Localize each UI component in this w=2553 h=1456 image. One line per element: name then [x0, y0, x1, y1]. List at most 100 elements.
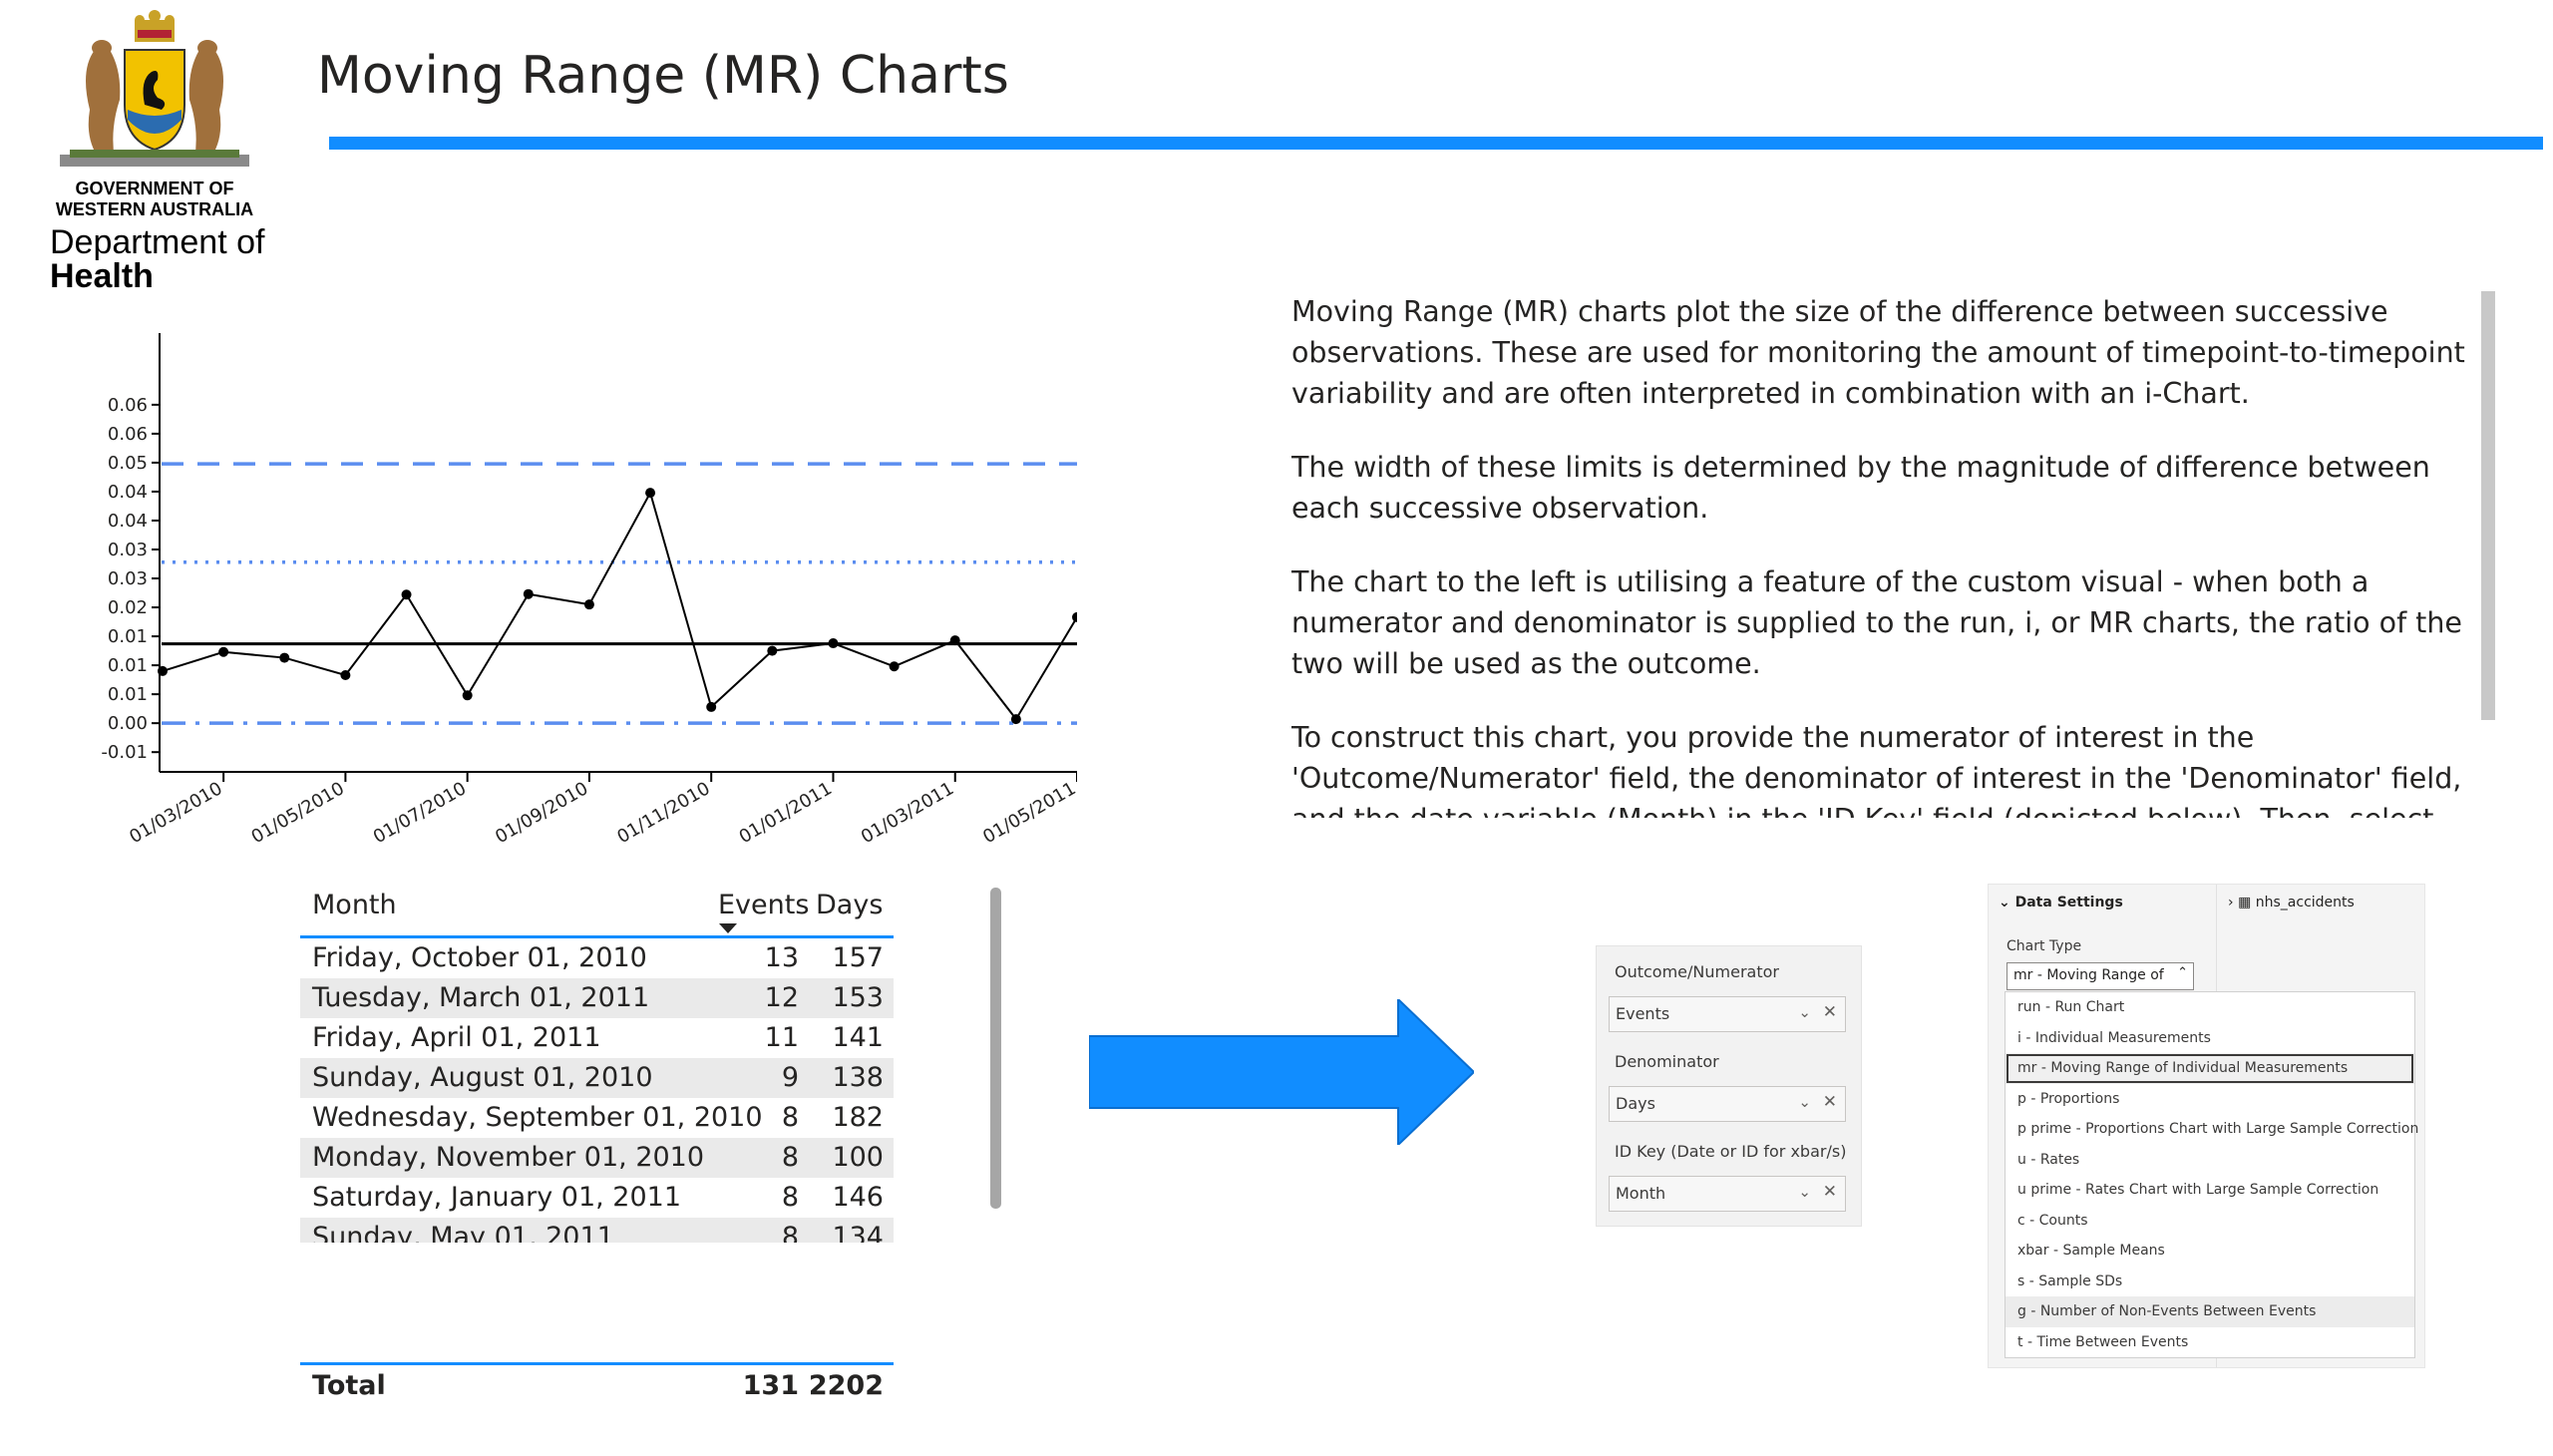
- y-tick-label: 0.01: [108, 684, 148, 705]
- chevron-right-icon[interactable]: ›: [2228, 895, 2234, 910]
- data-point: [279, 652, 290, 663]
- outcome-field-label: Outcome/Numerator: [1615, 962, 1779, 981]
- chevron-down-icon[interactable]: ⌄: [1798, 1003, 1811, 1021]
- cell-month: Friday, April 01, 2011: [312, 1022, 601, 1053]
- table-row[interactable]: Monday, November 01, 2010 8 100: [300, 1138, 894, 1178]
- data-point: [645, 488, 656, 499]
- chart-type-option-label: s - Sample SDs: [2017, 1273, 2123, 1289]
- chart-type-option[interactable]: i - Individual Measurements: [2006, 1023, 2414, 1054]
- data-table: Month Events Days Friday, October 01, 20…: [300, 878, 894, 1416]
- data-point: [218, 646, 229, 657]
- data-point: [1010, 714, 1021, 725]
- table-row[interactable]: Wednesday, September 01, 2010 8 182: [300, 1098, 894, 1138]
- chart-type-options-list: run - Run Chart i - Individual Measuremen…: [2005, 991, 2418, 1358]
- data-point: [706, 701, 717, 712]
- table-row[interactable]: Friday, April 01, 2011 11 141: [300, 1018, 894, 1058]
- cell-month: Sunday, August 01, 2010: [312, 1062, 653, 1093]
- x-tick-label: 01/07/2010: [370, 778, 470, 848]
- chart-type-option[interactable]: s - Sample SDs: [2006, 1267, 2414, 1297]
- x-tick-label: 01/11/2010: [613, 778, 713, 848]
- description-paragraph-4: To construct this chart, you provide the…: [1291, 721, 2462, 818]
- cell-events: 8: [781, 1222, 799, 1243]
- mr-chart[interactable]: -0.01 0.00 0.01 0.01 0.01 0.02 0.03 0.03 0.04 0.0…: [95, 319, 1077, 858]
- y-tick-label: 0.05: [108, 453, 148, 474]
- data-point: [401, 589, 412, 600]
- data-settings-panel: ⌄ Data Settings › ▦ nhs_accidents Chart …: [1988, 884, 2425, 1368]
- chart-type-option[interactable]: c - Counts: [2006, 1206, 2414, 1237]
- cell-days: 146: [832, 1182, 884, 1213]
- table-row[interactable]: Tuesday, March 01, 2011 12 153: [300, 978, 894, 1018]
- data-point: [767, 645, 778, 656]
- data-point: [158, 665, 168, 676]
- chevron-down-icon[interactable]: ⌄: [1798, 1093, 1811, 1111]
- data-point: [889, 661, 900, 672]
- data-settings-header[interactable]: ⌄ Data Settings: [1999, 895, 2123, 910]
- table-row[interactable]: Sunday, August 01, 2010 9 138: [300, 1058, 894, 1098]
- chart-type-option[interactable]: g - Number of Non-Events Between Events: [2006, 1296, 2414, 1327]
- close-icon[interactable]: ✕: [1823, 1092, 1837, 1112]
- denominator-field-label: Denominator: [1615, 1052, 1719, 1071]
- x-tick-label: 01/03/2011: [858, 778, 957, 848]
- chart-type-option-label: g - Number of Non-Events Between Events: [2017, 1303, 2317, 1319]
- cell-month: Tuesday, March 01, 2011: [312, 982, 650, 1013]
- chevron-down-icon[interactable]: ⌄: [1798, 1183, 1811, 1201]
- chart-type-option[interactable]: p prime - Proportions Chart with Large S…: [2006, 1114, 2418, 1145]
- chart-type-option[interactable]: t - Time Between Events: [2006, 1327, 2414, 1358]
- x-tick-label: 01/01/2011: [736, 778, 836, 848]
- close-icon[interactable]: ✕: [1823, 1182, 1837, 1202]
- chart-type-option[interactable]: xbar - Sample Means: [2006, 1236, 2414, 1267]
- chevron-down-icon[interactable]: ⌄: [1999, 895, 2010, 910]
- cell-days: 157: [832, 942, 884, 973]
- wa-health-logo: GOVERNMENT OF WESTERN AUSTRALIA Departme…: [40, 10, 279, 299]
- chart-type-option-label: u prime - Rates Chart with Large Sample …: [2017, 1182, 2379, 1198]
- cell-days: 182: [832, 1102, 884, 1133]
- outcome-field-well[interactable]: Events ⌄ ✕: [1609, 996, 1846, 1032]
- table-row[interactable]: Friday, October 01, 2010 13 157: [300, 938, 894, 978]
- chart-type-option[interactable]: u prime - Rates Chart with Large Sample …: [2006, 1175, 2414, 1206]
- cell-events: 9: [781, 1062, 799, 1093]
- chart-type-option[interactable]: mr - Moving Range of Individual Measurem…: [2006, 1053, 2414, 1084]
- y-tick-label: 0.03: [108, 568, 148, 589]
- description-text-box[interactable]: Moving Range (MR) charts plot the size o…: [1291, 291, 2478, 818]
- sort-descending-icon[interactable]: [719, 923, 737, 933]
- chevron-up-icon[interactable]: ⌃: [2177, 965, 2188, 980]
- logo-dept-line3: Department of: [50, 223, 265, 261]
- cell-events: 8: [781, 1102, 799, 1133]
- chart-type-label: Chart Type: [2006, 938, 2082, 954]
- description-scrollbar[interactable]: [2481, 291, 2495, 720]
- table-row[interactable]: Sunday, May 01, 2011 8 134: [300, 1218, 894, 1243]
- y-tick-label: 0.01: [108, 655, 148, 676]
- chart-type-option[interactable]: run - Run Chart: [2006, 992, 2414, 1023]
- data-point: [462, 690, 473, 701]
- table-scrollbar[interactable]: [990, 888, 1001, 1209]
- chart-type-option-label: c - Counts: [2017, 1212, 2088, 1229]
- column-header-days[interactable]: Days: [816, 890, 883, 920]
- y-tick-label: 0.00: [108, 713, 148, 734]
- data-point: [340, 669, 351, 680]
- y-tick-label: 0.01: [108, 626, 148, 647]
- data-point: [523, 588, 534, 599]
- data-settings-title: Data Settings: [2014, 895, 2123, 910]
- logo-gov-line2: WESTERN AUSTRALIA: [55, 199, 254, 219]
- column-header-events[interactable]: Events: [718, 890, 809, 920]
- cell-month: Monday, November 01, 2010: [312, 1142, 705, 1173]
- x-tick-label: 01/03/2010: [126, 778, 225, 848]
- y-tick-label: 0.06: [108, 395, 148, 416]
- chart-type-option[interactable]: u - Rates: [2006, 1145, 2414, 1176]
- cell-month: Saturday, January 01, 2011: [312, 1182, 682, 1213]
- table-node-nhs-accidents[interactable]: › ▦ nhs_accidents: [2228, 895, 2355, 910]
- description-paragraph-1: Moving Range (MR) charts plot the size o…: [1291, 295, 2465, 410]
- chart-type-option[interactable]: p - Proportions: [2006, 1084, 2414, 1115]
- page-title: Moving Range (MR) Charts: [317, 46, 1009, 106]
- field-wells-panel: Outcome/Numerator Events ⌄ ✕ Denominator…: [1596, 945, 1862, 1227]
- close-icon[interactable]: ✕: [1823, 1002, 1837, 1022]
- idkey-field-well[interactable]: Month ⌄ ✕: [1609, 1176, 1846, 1212]
- chart-type-dropdown[interactable]: mr - Moving Range of ⌃: [2006, 962, 2194, 990]
- x-tick-label: 01/05/2011: [979, 778, 1077, 848]
- cell-days: 100: [832, 1142, 884, 1173]
- total-label: Total: [312, 1370, 386, 1401]
- column-header-month[interactable]: Month: [312, 890, 397, 920]
- table-row[interactable]: Saturday, January 01, 2011 8 146: [300, 1178, 894, 1218]
- denominator-field-well[interactable]: Days ⌄ ✕: [1609, 1086, 1846, 1122]
- cell-events: 12: [764, 982, 799, 1013]
